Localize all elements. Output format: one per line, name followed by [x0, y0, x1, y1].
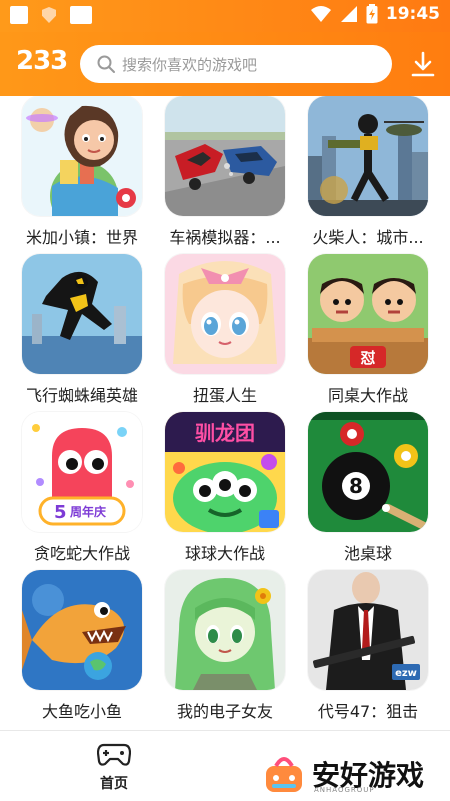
- anniversary-badge: 周年庆: [70, 504, 106, 519]
- game-card[interactable]: 飞行蜘蛛绳英雄: [22, 254, 142, 406]
- game-thumbnail[interactable]: ezw: [308, 570, 428, 690]
- ball-number: 8: [349, 474, 363, 498]
- battery-icon: [366, 4, 378, 24]
- game-card[interactable]: 火柴人：城市...: [308, 96, 428, 248]
- watermark-logo-icon: [266, 757, 302, 792]
- download-icon[interactable]: [410, 50, 436, 78]
- game-grid: 米加小镇：世界 车祸模拟器：... 火柴人：城市... 飞行蜘蛛绳英雄 扭蛋人生…: [0, 96, 450, 730]
- shield-icon: [42, 7, 56, 23]
- big-fish-art: [22, 570, 142, 690]
- game-card[interactable]: 米加小镇：世界: [22, 96, 142, 248]
- game-title: 我的电子女友: [176, 702, 273, 721]
- status-bar: 19:45: [0, 0, 450, 32]
- game-title: 米加小镇：世界: [25, 228, 138, 247]
- game-card[interactable]: 车祸模拟器：...: [165, 96, 285, 248]
- game-title: 飞行蜘蛛绳英雄: [25, 386, 138, 405]
- notification-icon: [10, 6, 28, 24]
- svg-text:5: 5: [54, 502, 67, 523]
- tongzhuo-badge: 怼: [360, 349, 375, 367]
- game-thumbnail[interactable]: [22, 254, 142, 374]
- qiuqiu-logo: 驯龙团: [195, 421, 255, 445]
- app-header: 233 搜索你喜欢的游戏吧: [0, 32, 450, 96]
- game-thumbnail[interactable]: 怼: [308, 254, 428, 374]
- clock: 19:45: [385, 4, 440, 24]
- hitman-tag: ezw: [395, 668, 417, 679]
- game-card[interactable]: 驯龙团 球球大作战: [165, 412, 285, 564]
- game-title: 火柴人：城市...: [312, 228, 424, 247]
- game-title: 球球大作战: [184, 544, 265, 563]
- game-title: 大鱼吃小鱼: [41, 702, 122, 721]
- car-crash-art: [165, 96, 285, 216]
- e-girlfriend-art: [165, 570, 285, 690]
- tab-home-label: 首页: [100, 776, 128, 792]
- game-card[interactable]: 大鱼吃小鱼: [22, 570, 142, 722]
- spider-hero-art: [22, 254, 142, 374]
- game-title: 贪吃蛇大作战: [33, 544, 130, 563]
- gacha-life-art: [165, 254, 285, 374]
- game-title: 代号47：狙击: [317, 702, 419, 721]
- game-card[interactable]: 8 池桌球: [308, 412, 428, 564]
- wifi-icon: [310, 6, 331, 22]
- game-thumbnail[interactable]: [22, 570, 142, 690]
- game-title: 池桌球: [343, 544, 392, 563]
- game-thumbnail[interactable]: 驯龙团: [165, 412, 285, 532]
- game-card[interactable]: 怼 同桌大作战: [308, 254, 428, 406]
- search-icon: [97, 55, 115, 73]
- game-thumbnail[interactable]: [22, 96, 142, 216]
- snake-battle-art: 5 周年庆: [22, 412, 142, 532]
- pool-art: 8: [308, 412, 428, 532]
- hitman-art: ezw: [308, 570, 428, 690]
- game-thumbnail[interactable]: [165, 96, 285, 216]
- search-placeholder: 搜索你喜欢的游戏吧: [122, 55, 258, 74]
- game-card[interactable]: 5 周年庆 贪吃蛇大作战: [22, 412, 142, 564]
- app-logo: 233: [16, 46, 68, 76]
- game-thumbnail[interactable]: [165, 254, 285, 374]
- ball-battle-art: 驯龙团: [165, 412, 285, 532]
- game-thumbnail[interactable]: [308, 96, 428, 216]
- watermark: 安好游戏 ANHAOGROUP: [262, 748, 450, 800]
- game-title: 扭蛋人生: [192, 386, 257, 405]
- watermark-sub: ANHAOGROUP: [314, 786, 375, 794]
- game-thumbnail[interactable]: [165, 570, 285, 690]
- signal-icon: [340, 6, 357, 22]
- notification-icon-2: [70, 6, 92, 24]
- game-thumbnail[interactable]: 5 周年庆: [22, 412, 142, 532]
- game-thumbnail[interactable]: 8: [308, 412, 428, 532]
- gamepad-icon: [96, 743, 132, 766]
- game-card[interactable]: ezw 代号47：狙击: [308, 570, 428, 722]
- search-input[interactable]: 搜索你喜欢的游戏吧: [80, 45, 392, 83]
- tab-home[interactable]: 首页: [86, 741, 142, 793]
- game-card[interactable]: 我的电子女友: [165, 570, 285, 722]
- toca-world-art: [22, 96, 142, 216]
- stickman-city-art: [308, 96, 428, 216]
- game-card[interactable]: 扭蛋人生: [165, 254, 285, 406]
- game-title: 车祸模拟器：...: [169, 228, 281, 247]
- game-title: 同桌大作战: [327, 386, 408, 405]
- desk-mate-art: 怼: [308, 254, 428, 374]
